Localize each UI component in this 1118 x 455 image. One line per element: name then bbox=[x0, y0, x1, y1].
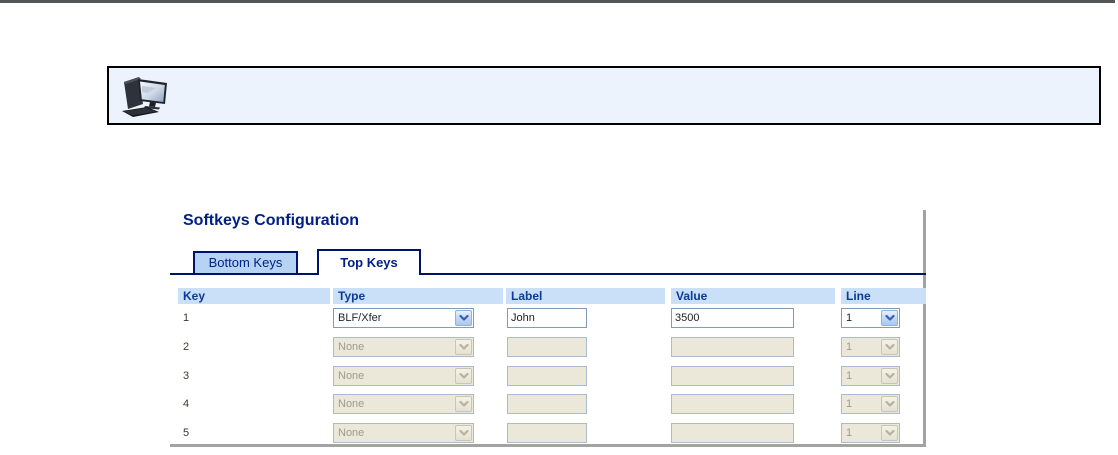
line-dropdown-value: 1 bbox=[846, 312, 852, 324]
tab-top-keys[interactable]: Top Keys bbox=[317, 249, 421, 275]
type-dropdown-value: None bbox=[338, 341, 364, 353]
type-dropdown[interactable]: None bbox=[333, 337, 474, 357]
page-title: Softkeys Configuration bbox=[183, 212, 359, 230]
chevron-down-icon[interactable] bbox=[455, 310, 472, 326]
column-header-key: Key bbox=[178, 288, 330, 304]
type-dropdown-value: None bbox=[338, 370, 364, 382]
value-input bbox=[671, 366, 794, 386]
table-row: 5 None 1 bbox=[170, 423, 926, 443]
line-dropdown: 1 bbox=[841, 366, 900, 386]
key-number: 4 bbox=[183, 398, 189, 410]
tab-bottom-keys[interactable]: Bottom Keys bbox=[193, 251, 298, 275]
value-input bbox=[671, 337, 794, 357]
key-number: 2 bbox=[183, 341, 189, 353]
line-dropdown: 1 bbox=[841, 423, 900, 443]
column-header-value: Value bbox=[671, 288, 835, 304]
page: Softkeys Configuration Bottom Keys Top K… bbox=[0, 0, 1118, 455]
chevron-down-icon[interactable] bbox=[455, 396, 472, 412]
type-dropdown[interactable]: BLF/Xfer bbox=[333, 308, 474, 328]
top-divider-bar bbox=[0, 0, 1115, 3]
type-dropdown-value: BLF/Xfer bbox=[338, 312, 381, 324]
line-dropdown-value: 1 bbox=[846, 427, 852, 439]
line-dropdown-value: 1 bbox=[846, 341, 852, 353]
value-input bbox=[671, 394, 794, 414]
chevron-down-icon[interactable] bbox=[455, 425, 472, 441]
key-number: 1 bbox=[183, 312, 189, 324]
line-dropdown-value: 1 bbox=[846, 370, 852, 382]
label-input[interactable] bbox=[507, 308, 587, 328]
column-header-line: Line bbox=[841, 288, 926, 304]
value-input bbox=[671, 423, 794, 443]
key-number: 3 bbox=[183, 370, 189, 382]
chevron-down-icon bbox=[881, 339, 898, 355]
type-dropdown[interactable]: None bbox=[333, 366, 474, 386]
value-input[interactable] bbox=[671, 308, 794, 328]
type-dropdown[interactable]: None bbox=[333, 394, 474, 414]
chevron-down-icon bbox=[881, 396, 898, 412]
column-header-label: Label bbox=[506, 288, 665, 304]
chevron-down-icon bbox=[881, 425, 898, 441]
softkeys-panel: Softkeys Configuration Bottom Keys Top K… bbox=[170, 210, 926, 447]
line-dropdown: 1 bbox=[841, 394, 900, 414]
line-dropdown: 1 bbox=[841, 337, 900, 357]
table-row: 4 None 1 bbox=[170, 394, 926, 414]
chevron-down-icon[interactable] bbox=[881, 310, 898, 326]
label-input bbox=[507, 337, 587, 357]
desktop-computer-icon bbox=[116, 73, 172, 121]
type-dropdown-value: None bbox=[338, 398, 364, 410]
chevron-down-icon[interactable] bbox=[455, 368, 472, 384]
chevron-down-icon[interactable] bbox=[455, 339, 472, 355]
table-row: 2 None 1 bbox=[170, 337, 926, 357]
line-dropdown[interactable]: 1 bbox=[841, 308, 900, 328]
type-dropdown-value: None bbox=[338, 427, 364, 439]
key-number: 5 bbox=[183, 427, 189, 439]
table-row: 1 BLF/Xfer 1 bbox=[170, 308, 926, 328]
chevron-down-icon bbox=[881, 368, 898, 384]
type-dropdown[interactable]: None bbox=[333, 423, 474, 443]
label-input bbox=[507, 366, 587, 386]
label-input bbox=[507, 394, 587, 414]
column-header-type: Type bbox=[333, 288, 503, 304]
label-input bbox=[507, 423, 587, 443]
table-row: 3 None 1 bbox=[170, 366, 926, 386]
line-dropdown-value: 1 bbox=[846, 398, 852, 410]
info-banner bbox=[107, 66, 1101, 125]
